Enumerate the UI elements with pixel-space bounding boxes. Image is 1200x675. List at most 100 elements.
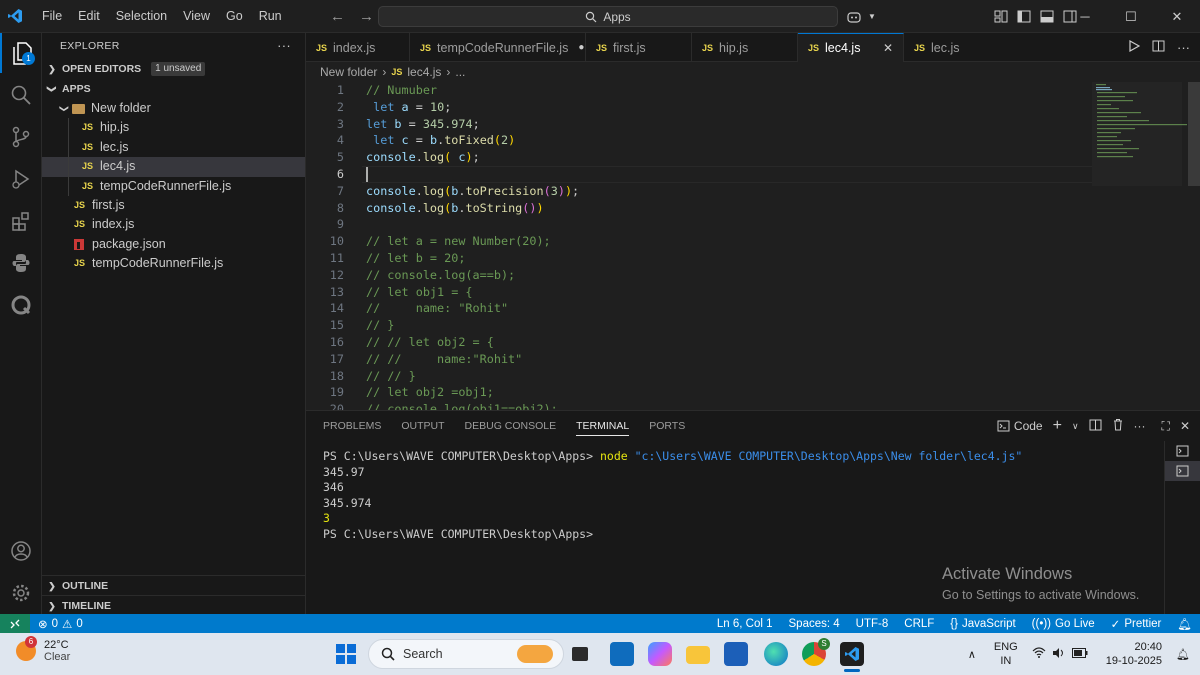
split-editor-icon[interactable]: [1152, 40, 1165, 55]
python-activity[interactable]: [0, 243, 42, 283]
more-actions-icon[interactable]: ···: [277, 33, 291, 59]
volume-icon[interactable]: [1052, 647, 1066, 662]
windows-start-icon[interactable]: [336, 644, 356, 664]
back-arrow-icon[interactable]: ←: [330, 8, 345, 25]
code-line[interactable]: 11 // let b = 20;: [306, 250, 1106, 267]
open-editors-section[interactable]: ❯ OPEN EDITORS 1 unsaved: [42, 59, 305, 79]
notification-bell-icon[interactable]: 🔔︎: [1176, 648, 1190, 661]
code-line[interactable]: 5 console.log( c);: [306, 149, 1106, 166]
close-panel-icon[interactable]: ✕: [1180, 419, 1190, 433]
clock[interactable]: 20:40 19-10-2025: [1106, 640, 1162, 668]
maximize-icon[interactable]: ☐: [1108, 0, 1154, 33]
tab-problems[interactable]: PROBLEMS: [323, 420, 381, 432]
outlook-icon[interactable]: [610, 642, 634, 666]
code-editor[interactable]: 1// Numuber 2 let a = 10; 3 let b = 345.974…: [306, 82, 1200, 410]
manage-activity[interactable]: [0, 573, 42, 613]
minimize-icon[interactable]: ─: [1062, 0, 1108, 33]
go-live-button[interactable]: ((•)) Go Live: [1032, 618, 1095, 630]
new-terminal-icon[interactable]: +: [1053, 417, 1062, 435]
tree-file-lec4[interactable]: JS lec4.js: [42, 157, 305, 177]
language-indicator[interactable]: ENG IN: [994, 640, 1018, 668]
extensions-activity[interactable]: [0, 201, 42, 241]
code-line[interactable]: 15 // }: [306, 317, 1106, 334]
toggle-panel-icon[interactable]: [1040, 10, 1054, 23]
terminal-output[interactable]: PS C:\Users\WAVE COMPUTER\Desktop\Apps> …: [323, 449, 1022, 543]
menu-edit[interactable]: Edit: [70, 0, 108, 33]
code-line[interactable]: 9: [306, 216, 1106, 233]
code-line[interactable]: 1 // Numuber: [306, 82, 1106, 99]
copilot-menu[interactable]: ▼: [846, 0, 876, 33]
run-code-icon[interactable]: [1129, 39, 1141, 55]
tree-file-package-json[interactable]: package.json: [42, 235, 305, 254]
source-control-activity[interactable]: [0, 117, 42, 157]
tree-file-tempcoderunner-root[interactable]: JS tempCodeRunnerFile.js: [42, 254, 305, 273]
menu-go[interactable]: Go: [218, 0, 251, 33]
menu-selection[interactable]: Selection: [108, 0, 175, 33]
code-line[interactable]: 6: [306, 166, 1106, 183]
code-line[interactable]: 3 let b = 345.974;: [306, 116, 1106, 133]
tree-folder-new-folder[interactable]: ❯ New folder: [42, 99, 305, 118]
wifi-icon[interactable]: [1032, 647, 1046, 661]
code-line[interactable]: 12 // console.log(a==b);: [306, 267, 1106, 284]
code-line[interactable]: 18 // // }: [306, 368, 1106, 385]
edge-icon[interactable]: [764, 642, 788, 666]
menu-view[interactable]: View: [175, 0, 218, 33]
menu-run[interactable]: Run: [251, 0, 290, 33]
search-activity[interactable]: [0, 75, 42, 115]
vscode-taskbar-icon[interactable]: [840, 642, 864, 666]
problems-indicator[interactable]: ⊗ 0 ⚠ 0: [30, 617, 83, 631]
tab-lec4-js[interactable]: JS lec4.js ✕: [798, 33, 904, 62]
terminal-instance-2[interactable]: [1165, 461, 1200, 481]
code-line[interactable]: 14 // name: "Rohit": [306, 300, 1106, 317]
code-line[interactable]: 13 // let obj1 = {: [306, 284, 1106, 301]
code-line[interactable]: 16 // // let obj2 = {: [306, 334, 1106, 351]
tree-file-index[interactable]: JS index.js: [42, 215, 305, 234]
more-actions-icon[interactable]: ···: [1177, 40, 1190, 55]
customize-layout-icon[interactable]: [994, 10, 1008, 23]
chrome-icon[interactable]: S: [802, 638, 830, 666]
file-explorer-icon[interactable]: [686, 646, 710, 664]
unsaved-dot-icon[interactable]: ●: [568, 42, 584, 53]
command-center-search[interactable]: Apps: [378, 6, 838, 27]
tree-file-first[interactable]: JS first.js: [42, 196, 305, 215]
chevron-up-icon[interactable]: ∧: [968, 648, 976, 661]
code-line[interactable]: 20 // console.log(obj1==obj2);: [306, 401, 1106, 410]
tree-file-lec[interactable]: JS lec.js: [42, 137, 305, 158]
tab-tempcoderunner-js[interactable]: JS tempCodeRunnerFile.js ●: [410, 33, 586, 62]
chevron-down-icon[interactable]: ∨: [1072, 421, 1079, 432]
explorer-activity[interactable]: 1: [0, 33, 42, 73]
tab-index-js[interactable]: JS index.js: [306, 33, 410, 62]
cursor-position[interactable]: Ln 6, Col 1: [717, 618, 773, 630]
weather-widget[interactable]: 6 22°C Clear: [16, 636, 70, 663]
breadcrumb-file[interactable]: lec4.js: [407, 65, 441, 79]
tab-lec-js[interactable]: JS lec.js: [904, 33, 1000, 62]
indentation[interactable]: Spaces: 4: [789, 618, 840, 630]
close-window-icon[interactable]: ✕: [1154, 0, 1200, 33]
timeline-section[interactable]: ❯ TIMELINE: [42, 595, 305, 615]
tab-hip-js[interactable]: JS hip.js: [692, 33, 798, 62]
run-debug-activity[interactable]: [0, 159, 42, 199]
accounts-activity[interactable]: [0, 531, 42, 571]
quokka-activity[interactable]: [0, 285, 42, 325]
editor-scrollbar[interactable]: [1188, 82, 1200, 410]
breadcrumb-folder[interactable]: New folder: [320, 65, 377, 79]
tree-file-hip[interactable]: JS hip.js: [42, 118, 305, 138]
code-line[interactable]: 17 // // name:"Rohit": [306, 351, 1106, 368]
terminal-instance-1[interactable]: [1165, 441, 1200, 461]
notifications-icon[interactable]: 🔔︎: [1177, 617, 1192, 631]
code-line[interactable]: 10 // let a = new Number(20);: [306, 233, 1106, 250]
close-icon[interactable]: ✕: [867, 41, 893, 55]
tab-output[interactable]: OUTPUT: [401, 420, 444, 432]
tree-file-tempcoderunner[interactable]: JS tempCodeRunnerFile.js: [42, 176, 305, 196]
language-mode[interactable]: {} JavaScript: [950, 618, 1015, 630]
code-line[interactable]: 19 // let obj2 =obj1;: [306, 384, 1106, 401]
end-of-line[interactable]: CRLF: [904, 618, 934, 630]
tab-first-js[interactable]: JS first.js: [586, 33, 692, 62]
copilot-app-icon[interactable]: [648, 642, 672, 666]
split-terminal-icon[interactable]: [1089, 419, 1102, 434]
prettier-button[interactable]: ✓ Prettier: [1111, 617, 1162, 631]
task-view-icon[interactable]: [572, 647, 588, 661]
terminal-shell-selector[interactable]: Code: [997, 419, 1043, 433]
menu-file[interactable]: File: [34, 0, 70, 33]
encoding[interactable]: UTF-8: [856, 618, 889, 630]
